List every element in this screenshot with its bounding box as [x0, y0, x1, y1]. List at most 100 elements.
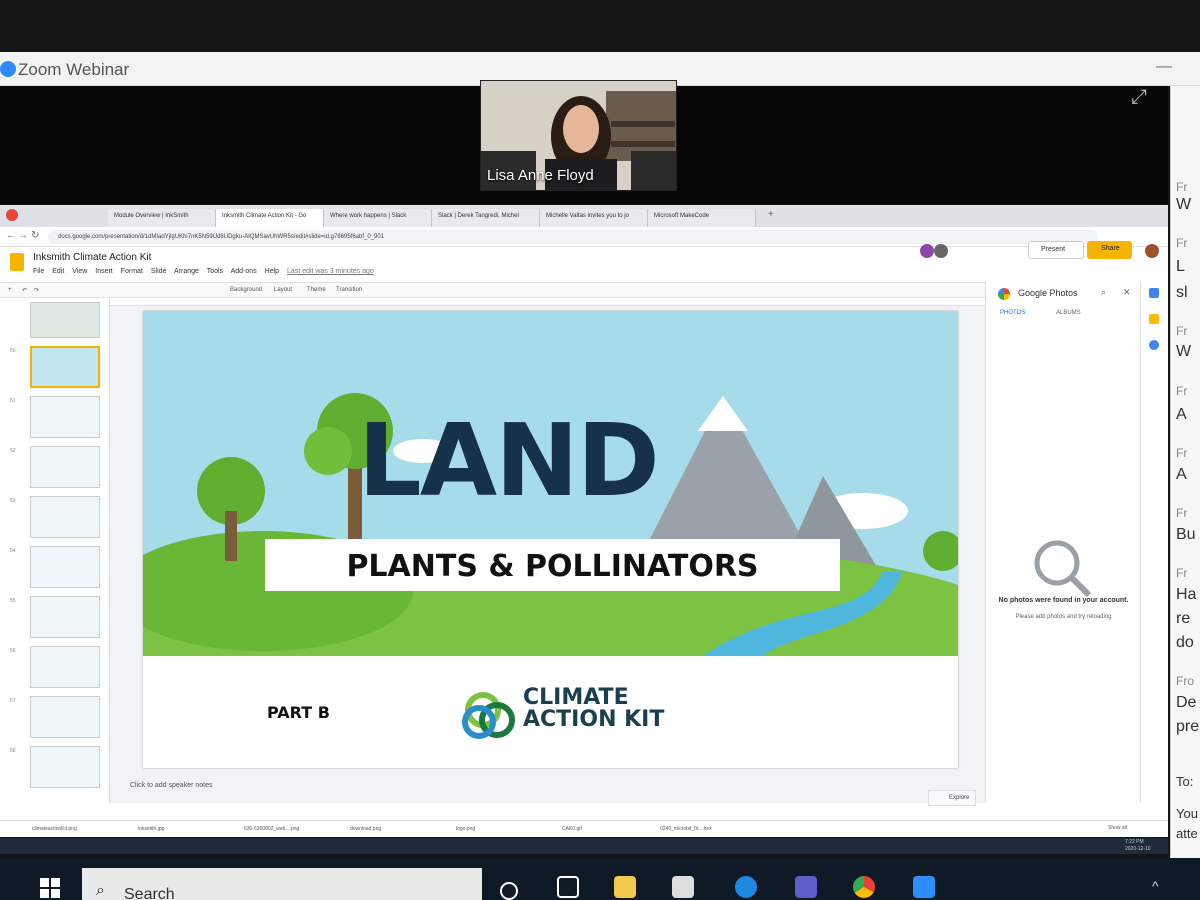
- chat-line: You: [1176, 806, 1198, 821]
- download-item[interactable]: CAK0.gif: [562, 826, 582, 832]
- menu-view[interactable]: View: [72, 268, 87, 275]
- chevron-up-icon[interactable]: ^: [1152, 878, 1159, 894]
- tab-makecode[interactable]: Microsoft MakeCode: [648, 209, 756, 227]
- windows-start-icon[interactable]: [40, 878, 60, 898]
- slide-thumbnail[interactable]: [30, 546, 100, 588]
- redo-icon[interactable]: ↷: [34, 287, 39, 294]
- show-all-button[interactable]: Show all: [1108, 825, 1127, 831]
- forward-icon[interactable]: →: [18, 230, 28, 241]
- slide-thumbnail[interactable]: [30, 696, 100, 738]
- empty-search-icon: [1034, 540, 1092, 598]
- slide-number: 50: [10, 348, 16, 354]
- speaker-notes[interactable]: Click to add speaker notes: [130, 782, 213, 789]
- file-explorer-icon[interactable]: [614, 876, 636, 898]
- layout-button[interactable]: Layout: [274, 287, 292, 293]
- slide-number: 53: [10, 498, 16, 504]
- menu-arrange[interactable]: Arrange: [174, 268, 199, 275]
- zoom-window-title: Zoom Webinar: [18, 60, 130, 79]
- tab-slides[interactable]: Inksmith Climate Action Kit - Go: [216, 209, 324, 227]
- keep-icon[interactable]: [1149, 314, 1159, 324]
- slide-thumbnail-active[interactable]: [30, 346, 100, 388]
- close-icon[interactable]: ✕: [1123, 287, 1131, 298]
- menu-addons[interactable]: Add-ons: [231, 268, 257, 275]
- share-button[interactable]: Share: [1087, 241, 1132, 259]
- edge-icon[interactable]: [735, 876, 757, 898]
- reload-icon[interactable]: ↻: [31, 230, 39, 241]
- user-avatar[interactable]: [1145, 244, 1159, 258]
- slide-thumbnail[interactable]: [30, 496, 100, 538]
- present-button[interactable]: Present: [1028, 241, 1084, 259]
- chat-line: Ha: [1176, 586, 1197, 603]
- menu-file[interactable]: File: [33, 268, 44, 275]
- chat-line: Fr: [1176, 446, 1188, 460]
- expand-icon[interactable]: ⤢: [1131, 86, 1147, 109]
- transition-button[interactable]: Transition: [336, 287, 362, 293]
- brand-line-1: CLIMATE: [523, 685, 629, 710]
- back-icon[interactable]: ←: [6, 230, 16, 241]
- download-item[interactable]: download.png: [350, 826, 381, 832]
- store-icon[interactable]: [672, 876, 694, 898]
- chat-line: L: [1176, 258, 1185, 275]
- remote-taskbar: 7:22 PM 2020-12-10: [0, 838, 1168, 854]
- tab-slack-dm[interactable]: Slack | Derek Tangredi, Michel: [432, 209, 540, 227]
- theme-button[interactable]: Theme: [307, 287, 326, 293]
- background-button[interactable]: Background: [230, 287, 262, 293]
- presenter-video[interactable]: Lisa Anne Floyd: [480, 80, 677, 191]
- url-field[interactable]: docs.google.com/presentation/d/1dMIadYjl…: [48, 230, 1098, 244]
- avatar[interactable]: [920, 244, 934, 258]
- download-item[interactable]: climateactionKit.png: [32, 826, 77, 832]
- tasks-icon[interactable]: [1149, 340, 1159, 350]
- menu-insert[interactable]: Insert: [95, 268, 113, 275]
- ruler: [110, 298, 985, 306]
- tab-module-overview[interactable]: Module Overview | InkSmith: [108, 209, 216, 227]
- menu-tools[interactable]: Tools: [207, 268, 223, 275]
- minimize-icon[interactable]: —: [1156, 58, 1172, 76]
- cortana-icon[interactable]: [500, 882, 518, 900]
- menu-slide[interactable]: Slide: [151, 268, 167, 275]
- tab-slack[interactable]: Where work happens | Slack: [324, 209, 432, 227]
- tab-gmail[interactable]: Michelle Valtas invites you to jo: [540, 209, 648, 227]
- slide-thumbnail[interactable]: [30, 302, 100, 338]
- chat-recipient-label[interactable]: To:: [1176, 774, 1193, 789]
- slides-header: Inksmith Climate Action Kit File Edit Vi…: [0, 248, 1168, 282]
- new-tab-icon[interactable]: +: [768, 209, 774, 220]
- close-window-icon[interactable]: [6, 209, 18, 221]
- search-icon[interactable]: ⌕: [1101, 287, 1106, 298]
- current-slide[interactable]: LAND PLANTS & POLLINATORS PART B CLIMATE…: [143, 311, 958, 768]
- document-title[interactable]: Inksmith Climate Action Kit: [33, 252, 151, 263]
- calendar-icon[interactable]: [1149, 288, 1159, 298]
- chrome-icon[interactable]: [853, 876, 875, 898]
- tab-photos[interactable]: PHOTOS: [1000, 310, 1025, 316]
- chat-line: W: [1176, 343, 1192, 360]
- brand-text: CLIMATE ACTION KIT: [523, 687, 664, 731]
- toolbar: + ↶ ↷ Background Layout Theme Transition: [0, 282, 985, 298]
- slide-thumbnail[interactable]: [30, 396, 100, 438]
- last-edit-link[interactable]: Last edit was 3 minutes ago: [287, 268, 374, 275]
- download-item[interactable]: inksmith.jpg: [138, 826, 164, 832]
- clock-time: 7:22 PM: [1125, 839, 1144, 845]
- avatar[interactable]: [934, 244, 948, 258]
- teams-icon[interactable]: [795, 876, 817, 898]
- add-icon[interactable]: +: [8, 287, 12, 293]
- slide-thumbnail[interactable]: [30, 596, 100, 638]
- download-item[interactable]: 630-6300802_web....png: [244, 826, 299, 832]
- brand-line-2: ACTION KIT: [523, 707, 665, 732]
- download-item[interactable]: 0249_microbit_fir....hex: [660, 826, 712, 832]
- zoom-taskbar-icon[interactable]: [913, 876, 935, 898]
- undo-icon[interactable]: ↶: [22, 287, 27, 294]
- slide-thumbnail[interactable]: [30, 646, 100, 688]
- tab-albums[interactable]: ALBUMS: [1056, 310, 1081, 316]
- slides-logo-icon: [10, 253, 24, 271]
- chat-line: Fr: [1176, 506, 1188, 520]
- download-item[interactable]: logo.png: [456, 826, 475, 832]
- slide-number: 51: [10, 398, 16, 404]
- slide-thumbnail[interactable]: [30, 746, 100, 788]
- menu-edit[interactable]: Edit: [52, 268, 64, 275]
- menu-format[interactable]: Format: [121, 268, 143, 275]
- menu-bar: File Edit View Insert Format Slide Arran…: [33, 268, 380, 275]
- slide-thumbnail[interactable]: [30, 446, 100, 488]
- explore-button[interactable]: Explore: [928, 790, 976, 806]
- menu-help[interactable]: Help: [265, 268, 279, 275]
- climate-action-kit-logo-icon: [462, 692, 515, 739]
- task-view-icon[interactable]: [557, 876, 579, 898]
